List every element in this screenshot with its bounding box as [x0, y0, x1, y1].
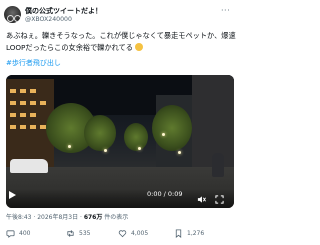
video-window — [10, 125, 16, 129]
video-window — [20, 101, 26, 105]
video-tree — [124, 123, 148, 151]
video-light — [178, 151, 181, 154]
bookmark-count: 1,276 — [187, 230, 205, 237]
video-tree — [84, 115, 116, 151]
hashtag-link[interactable]: #歩行者飛び出し — [6, 58, 61, 68]
like-count: 4,005 — [131, 230, 149, 237]
tweet-text: あぶねぇ。轢きそうなった。これが僕じゃなくて暴走モペットか、爆速LOOPだったら… — [6, 30, 236, 54]
play-icon[interactable] — [9, 191, 16, 199]
video-light — [138, 147, 141, 150]
bookmark-button[interactable]: 1,276 — [174, 229, 204, 238]
post-meta: 午後8:43 · 2026年8月3日 · 676万 件の表示 — [6, 212, 128, 221]
repost-icon — [67, 230, 74, 237]
action-bar: 400 535 4,005 1,276 — [6, 229, 236, 241]
video-light — [162, 133, 165, 136]
video-window — [20, 113, 26, 117]
repost-count: 535 — [79, 230, 91, 237]
video-window — [30, 125, 36, 129]
emoji-icon — [135, 43, 144, 51]
views-count: 676万 — [83, 214, 103, 221]
tweet-text-body: あぶねぇ。轢きそうなった。これが僕じゃなくて暴走モペットか、爆速LOOPだったら… — [6, 31, 236, 52]
repost-button[interactable]: 535 — [66, 229, 90, 238]
video-window — [10, 89, 16, 93]
bookmark-icon — [175, 229, 182, 238]
video-car — [10, 159, 48, 173]
video-tree — [152, 105, 192, 151]
video-light — [68, 145, 71, 148]
like-icon — [118, 230, 127, 238]
video-window — [30, 101, 36, 105]
video-window — [10, 101, 16, 105]
avatar-wheel — [7, 15, 14, 22]
video-window — [20, 125, 26, 129]
volume-icon[interactable] — [197, 189, 206, 203]
video-pedestrian — [212, 153, 224, 177]
author-name[interactable]: 僕の公式ツイートだよ！ — [25, 6, 102, 16]
video-window — [10, 113, 16, 117]
reply-count: 400 — [19, 230, 31, 237]
avatar-wheel — [14, 15, 21, 22]
video-window — [30, 113, 36, 117]
video-window — [30, 89, 36, 93]
video-time: 0:00 / 0:09 — [147, 190, 183, 198]
author-handle[interactable]: @XBOX240000 — [25, 16, 72, 23]
video-window — [40, 101, 46, 105]
more-icon[interactable]: ··· — [221, 6, 230, 15]
video-window — [20, 89, 26, 93]
reply-button[interactable]: 400 — [6, 229, 30, 238]
views-label: 件の表示 — [102, 214, 129, 221]
fullscreen-icon[interactable] — [215, 189, 224, 204]
avatar[interactable] — [4, 6, 21, 23]
video-light — [104, 149, 107, 152]
reply-icon — [6, 230, 15, 238]
like-button[interactable]: 4,005 — [118, 229, 148, 238]
post-timestamp[interactable]: 午後8:43 · 2026年8月3日 · — [6, 214, 84, 221]
